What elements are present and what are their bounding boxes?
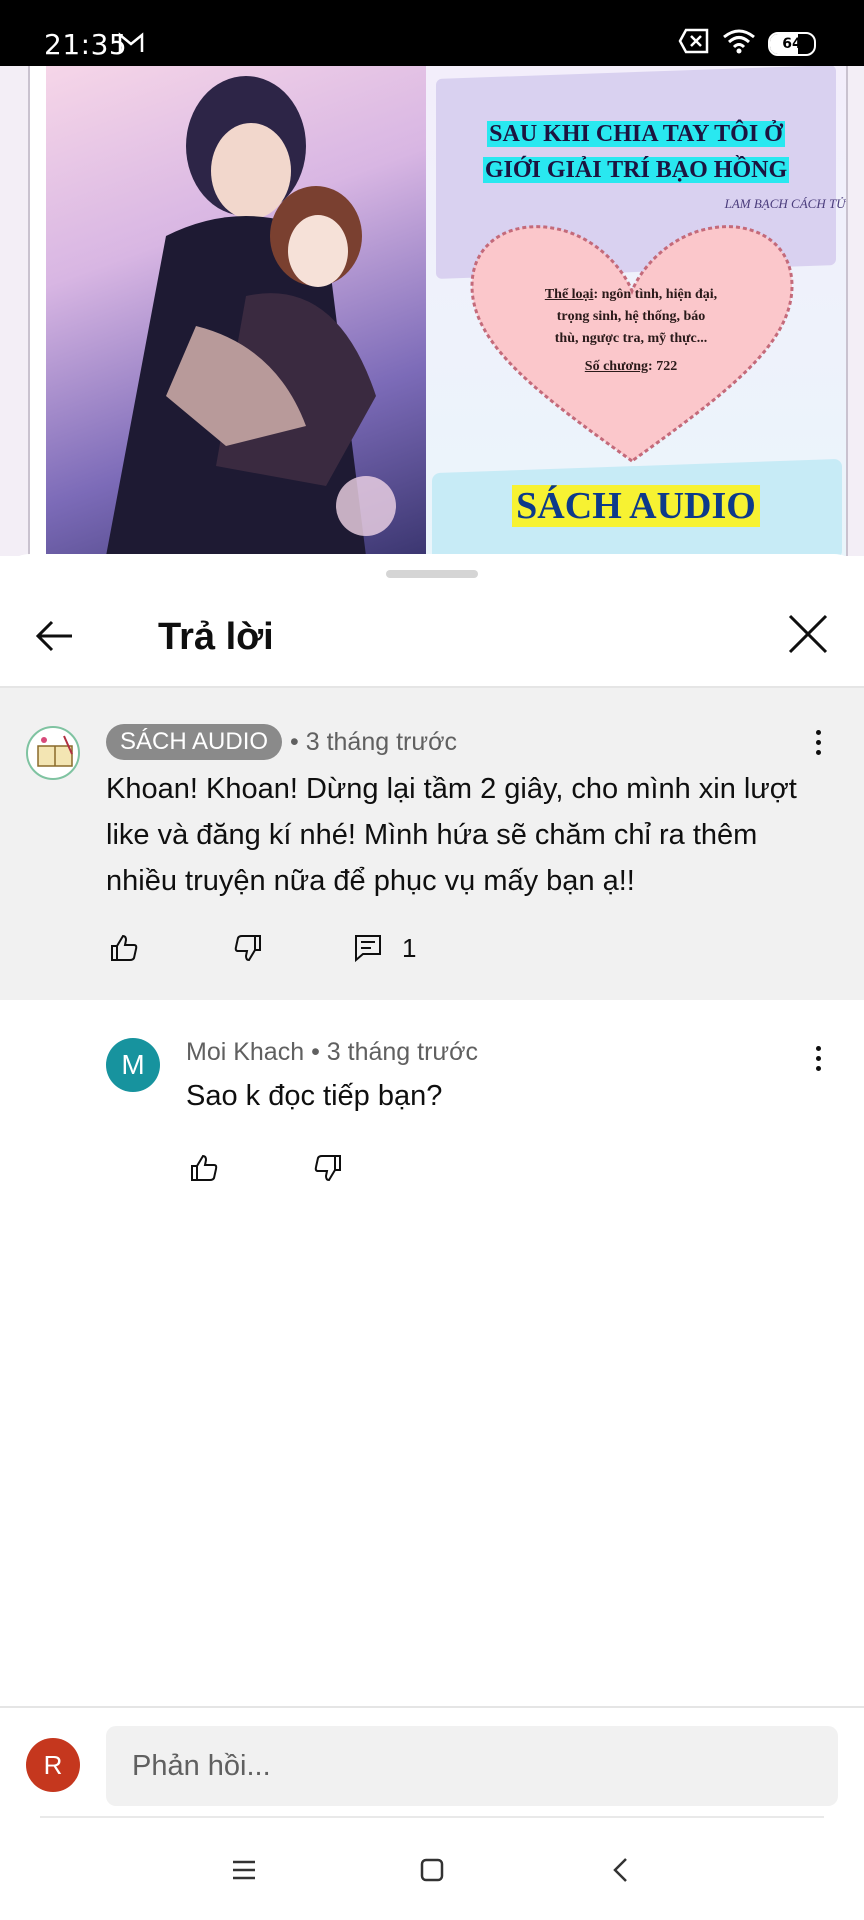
reply-count: 1 [402, 932, 417, 963]
status-bar: 21:35 64 [0, 0, 864, 66]
genre-info: Thể loại: ngôn tình, hiện đại, trọng sin… [536, 284, 726, 378]
thumbs-down-icon [314, 1155, 341, 1182]
chapters-label: Số chương [584, 359, 649, 374]
dislike-button[interactable] [228, 928, 268, 968]
cover-title: SAU KHI CHIA TAY TÔI Ở GIỚI GIẢI TRÍ BẠO… [456, 116, 816, 188]
sim-blocked-icon [678, 28, 710, 59]
video-player[interactable]: SAU KHI CHIA TAY TÔI Ở GIỚI GIẢI TRÍ BẠO… [0, 66, 864, 556]
parent-comment: SÁCH AUDIO • 3 tháng trước Khoan! Khoan!… [0, 688, 864, 1000]
system-nav-bar [0, 1820, 864, 1920]
reply-author[interactable]: Moi Khach [186, 1038, 304, 1066]
book-logo-icon [37, 735, 73, 767]
gmail-icon [118, 32, 144, 59]
cover-title-line2: GIỚI GIẢI TRÍ BẠO HỒNG [482, 157, 790, 183]
status-icons: 64 [678, 28, 816, 59]
reply-text: Sao k đọc tiếp bạn? [186, 1080, 443, 1112]
like-button[interactable] [104, 928, 144, 968]
recents-button[interactable] [216, 1842, 272, 1898]
battery-icon: 64 [768, 31, 816, 56]
video-thumbnail: SAU KHI CHIA TAY TÔI Ở GIỚI GIẢI TRÍ BẠO… [28, 66, 848, 556]
reply-author-row: Moi Khach • 3 tháng trước [186, 1038, 478, 1067]
reply-more-button[interactable] [808, 1040, 828, 1076]
genre-label: Thể loại [544, 287, 594, 302]
comment-more-button[interactable] [808, 724, 828, 760]
reply-composer: R [0, 1708, 864, 1820]
reply-dislike-button[interactable] [308, 1148, 348, 1188]
drag-handle[interactable] [386, 570, 478, 578]
system-back-button[interactable] [592, 1842, 648, 1898]
cover-author: LAM BẠCH CÁCH TỬ [724, 196, 846, 211]
square-icon [420, 1858, 444, 1882]
home-button[interactable] [404, 1842, 460, 1898]
audio-label-text: SÁCH AUDIO [512, 485, 760, 527]
cover-text-panel: SAU KHI CHIA TAY TÔI Ở GIỚI GIẢI TRÍ BẠO… [426, 66, 846, 556]
comment-text: Khoan! Khoan! Dừng lại tầm 2 giây, cho m… [106, 773, 797, 897]
battery-level: 64 [782, 35, 802, 52]
wifi-icon [722, 28, 756, 59]
genre-line3: thù, ngược tra, mỹ thực... [554, 331, 708, 346]
thumbs-down-icon [234, 935, 261, 962]
replies-sheet: Trả lời SÁCH AUDIO • 3 tháng trước Khoan… [0, 554, 864, 1920]
status-time: 21:35 [44, 28, 128, 61]
close-button[interactable] [782, 608, 834, 660]
reply-time: • 3 tháng trước [311, 1038, 479, 1066]
audio-label: SÁCH AUDIO [446, 484, 826, 528]
thumbs-up-icon [191, 1154, 218, 1181]
bottom-divider [40, 1816, 824, 1818]
close-icon [788, 614, 828, 654]
sheet-title: Trả lời [158, 616, 274, 658]
cover-title-line1: SAU KHI CHIA TAY TÔI Ở [487, 121, 785, 147]
comment-author-row: SÁCH AUDIO • 3 tháng trước [106, 724, 457, 760]
genre-line2: trọng sinh, hệ thống, báo [556, 309, 706, 324]
back-button[interactable] [30, 612, 78, 660]
reply-item: M Moi Khach • 3 tháng trước Sao k đọc ti… [0, 1000, 864, 1220]
reply-input[interactable] [106, 1726, 838, 1806]
thumbs-up-icon [111, 934, 138, 961]
cover-illustration [46, 66, 426, 556]
sheet-header: Trả lời [0, 594, 864, 686]
chapters-value: : 722 [648, 359, 678, 374]
user-avatar: R [26, 1738, 80, 1792]
author-chip[interactable]: SÁCH AUDIO [106, 724, 283, 760]
comment-icon [355, 935, 381, 963]
comment-time: • 3 tháng trước [290, 727, 457, 756]
reply-actions [184, 1148, 348, 1188]
genre-line1: : ngôn tình, hiện đại, [593, 287, 718, 302]
screen: 21:35 64 SAU KHI CHIA TAY TÔI Ở GIỚI GIẢ… [0, 0, 864, 1920]
arrow-left-icon [35, 620, 72, 652]
chevron-left-icon [613, 1858, 627, 1882]
channel-avatar[interactable] [26, 726, 80, 780]
reply-button[interactable] [348, 928, 388, 968]
reply-like-button[interactable] [184, 1148, 224, 1188]
comment-actions: 1 [104, 928, 416, 968]
reply-avatar[interactable]: M [106, 1038, 160, 1092]
menu-icon [233, 1860, 255, 1880]
